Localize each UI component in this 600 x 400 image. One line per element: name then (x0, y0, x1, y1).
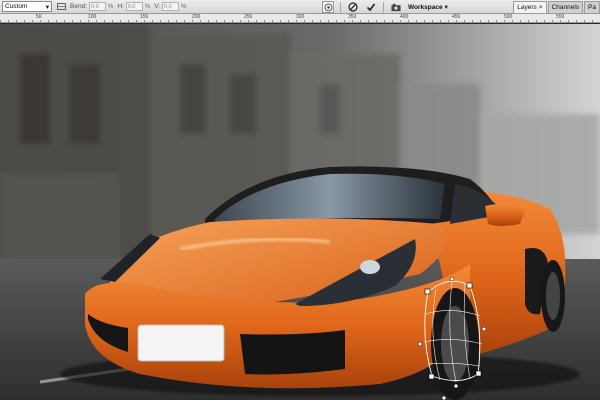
cancel-transform-icon[interactable] (347, 1, 359, 13)
warp-handle[interactable] (424, 288, 431, 295)
license-plate (137, 324, 225, 362)
bend-label: Bend: (70, 3, 87, 10)
bend-input[interactable]: 0,0 (89, 2, 106, 11)
warp-preset-value: Custom (5, 3, 28, 10)
ruler-label: 50 (36, 14, 42, 20)
chevron-down-icon: ▾ (45, 3, 49, 11)
ruler-label: 550 (556, 14, 565, 20)
bend-unit: % (108, 3, 114, 10)
ruler-label: 350 (348, 14, 357, 20)
workspace-label: Workspace (408, 3, 443, 11)
ruler-label: 250 (244, 14, 253, 20)
horizontal-distortion-input[interactable]: 0,0 (125, 2, 143, 11)
warp-handle[interactable] (453, 383, 459, 389)
close-icon[interactable]: × (539, 4, 543, 11)
tab-paths-label: Pa (588, 4, 596, 11)
workspace-menu-button[interactable]: Workspace ▾ (408, 3, 448, 12)
options-bar: Custom ▾ Bend: 0,0 % H: 0,0 % V: 0,0 % W… (0, 0, 600, 14)
toolbar-divider (340, 1, 341, 13)
toolbar-divider (383, 1, 384, 13)
vertical-distortion-input[interactable]: 0,0 (162, 2, 180, 11)
warp-handle[interactable] (466, 282, 473, 289)
tab-channels-label: Channels (551, 4, 580, 11)
canvas-artwork (0, 24, 600, 400)
tab-layers[interactable]: Layers × (513, 1, 547, 13)
ruler-label: 300 (296, 14, 305, 20)
ruler-label: 450 (452, 14, 461, 20)
warp-handle[interactable] (417, 341, 423, 347)
warp-orientation-icon[interactable] (56, 2, 66, 12)
tab-paths[interactable]: Pa (584, 1, 600, 13)
tab-layers-label: Layers (517, 4, 537, 11)
commit-tools: Workspace ▾ (322, 1, 448, 13)
tab-channels[interactable]: Channels (547, 1, 584, 13)
horizontal-distortion-label: H: (117, 3, 124, 10)
ruler-label: 500 (504, 14, 513, 20)
workspace-icon[interactable] (390, 1, 402, 13)
document-canvas[interactable] (0, 24, 600, 400)
ruler-label: 200 (192, 14, 201, 20)
warp-handle[interactable] (428, 373, 435, 380)
caret-down-icon: ▾ (444, 4, 448, 11)
panel-tab-strip: Layers × Channels Pa (513, 1, 600, 13)
vertical-distortion-unit: % (181, 3, 187, 10)
horizontal-distortion-unit: % (144, 3, 151, 10)
warp-handle[interactable] (449, 276, 455, 282)
toggle-warp-icon[interactable] (322, 1, 334, 13)
vertical-distortion-label: V: (154, 3, 161, 10)
ruler-label: 150 (140, 14, 149, 20)
warp-handle[interactable] (481, 326, 487, 332)
warp-handle[interactable] (475, 370, 482, 377)
horizontal-ruler[interactable]: 50 100 150 200 250 300 350 400 450 500 5… (0, 14, 600, 23)
bend-field-group: Bend: 0,0 % (70, 2, 113, 11)
warp-preset-dropdown[interactable]: Custom ▾ (2, 1, 52, 12)
warp-handle[interactable] (441, 395, 447, 400)
vertical-distortion-group: V: 0,0 % (154, 2, 186, 11)
commit-transform-icon[interactable] (365, 1, 377, 13)
ruler-label: 100 (88, 14, 97, 20)
ruler-label: 400 (400, 14, 409, 20)
horizontal-distortion-group: H: 0,0 % (117, 2, 150, 11)
